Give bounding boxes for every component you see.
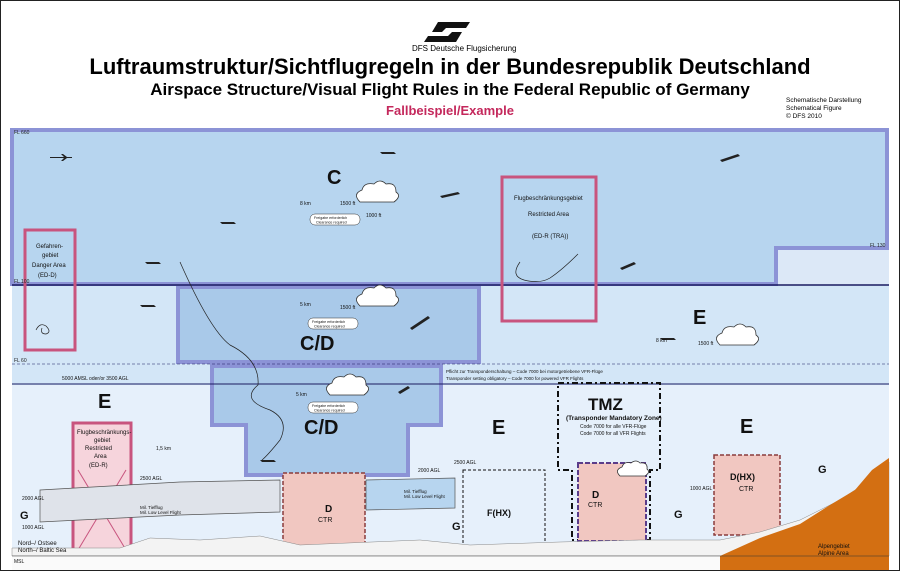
ctr-left bbox=[282, 472, 366, 548]
airspace-dhx-ctr: CTR bbox=[739, 486, 753, 493]
airspace-dhx-label: D(HX) bbox=[730, 472, 755, 482]
vis-label: 1,5 km bbox=[156, 446, 171, 452]
restricted-lower-line3: Restricted bbox=[85, 446, 112, 452]
restricted-lower-line1: Flugbeschränkungs- bbox=[77, 430, 131, 436]
airspace-cd-upper-label: C/D bbox=[300, 333, 334, 355]
title-english: Airspace Structure/Visual Flight Rules i… bbox=[150, 80, 750, 99]
amsl-line-label: 5000 AMSL oder/or 3500 AGL bbox=[62, 376, 129, 382]
airspace-g-right-label: G bbox=[674, 509, 683, 521]
airspace-g-left-label: G bbox=[20, 510, 29, 522]
transponder-en: Transponder setting obligatory – Code 70… bbox=[446, 376, 584, 381]
clearance-en: Clearance required bbox=[316, 221, 347, 225]
alps-de: Alpengebiet bbox=[818, 544, 850, 550]
clearance-de: Freigabe erforderlich bbox=[312, 404, 345, 408]
ft-label: 1500 ft bbox=[340, 201, 356, 207]
logo-text: DFS Deutsche Flugsicherung bbox=[412, 44, 517, 53]
airspace-e-far-label: E bbox=[740, 416, 753, 438]
airspace-c-label: C bbox=[327, 167, 341, 189]
tmz-title: TMZ bbox=[588, 395, 623, 414]
tmz-subtitle: (Transponder Mandatory Zone) bbox=[566, 415, 662, 422]
ctr-dhx bbox=[713, 454, 781, 536]
title-german: Luftraumstruktur/Sichtflugregeln in der … bbox=[89, 54, 811, 79]
ft-label: 1500 ft bbox=[340, 305, 356, 311]
agl-label: 1000 AGL bbox=[22, 525, 44, 531]
restricted-lower-line4: Area bbox=[94, 454, 107, 460]
ft-label: 1000 ft bbox=[366, 213, 382, 219]
level-fl100: FL 100 bbox=[14, 279, 30, 285]
tmz-line1: Code 7000 for alle VFR-Flüge bbox=[580, 424, 647, 430]
danger-line1: Gefahren- bbox=[36, 244, 63, 250]
airspace-e-mid-label: E bbox=[492, 417, 505, 439]
restricted-lower-line2: gebiet bbox=[94, 438, 111, 444]
level-fl130: FL 130 bbox=[870, 243, 886, 249]
airspace-g-mid-label: G bbox=[452, 521, 461, 533]
restricted-upper-line3: (ED-R (TRA)) bbox=[532, 234, 568, 240]
note-line1: Schematische Darstellung bbox=[786, 97, 862, 104]
airspace-e-left-label: E bbox=[98, 391, 111, 413]
airspace-cd-lower-label: C/D bbox=[304, 417, 338, 439]
ctr-left-label: CTR bbox=[318, 517, 332, 524]
low-flight-en: Mil. Low Level Flight bbox=[404, 494, 446, 499]
level-fl660: FL 660 bbox=[14, 130, 30, 136]
sea-en: North–/ Baltic Sea bbox=[18, 548, 67, 554]
low-flight-en: Mil. Low Level Flight bbox=[140, 510, 182, 515]
airspace-fhx-label: F(HX) bbox=[487, 508, 511, 518]
note-line3: © DFS 2010 bbox=[786, 113, 822, 120]
level-fl60: FL 60 bbox=[14, 358, 27, 364]
clearance-en: Clearance required bbox=[314, 325, 345, 329]
ft-label: 1500 ft bbox=[698, 341, 714, 347]
airspace-e-right-label: E bbox=[693, 307, 706, 329]
vis-label: 5 km bbox=[296, 392, 307, 398]
restricted-upper-line2: Restricted Area bbox=[528, 212, 570, 218]
danger-line3: Danger Area bbox=[32, 263, 66, 269]
msl-label: MSL bbox=[14, 559, 25, 565]
clearance-de: Freigabe erforderlich bbox=[312, 320, 345, 324]
airspace-c bbox=[10, 128, 889, 286]
ctr-left-d: D bbox=[325, 504, 332, 515]
danger-line2: gebiet bbox=[42, 253, 59, 259]
alps-en: Alpine Area bbox=[818, 551, 849, 557]
subtitle-example: Fallbeispiel/Example bbox=[386, 103, 514, 118]
agl-label: 2000 AGL bbox=[418, 468, 440, 474]
restricted-upper-line1: Flugbeschränkungsgebiet bbox=[514, 196, 583, 202]
clearance-en: Clearance required bbox=[314, 409, 345, 413]
agl-label: 2500 AGL bbox=[140, 476, 162, 482]
vis-label: 8 km bbox=[300, 201, 311, 207]
agl-label: 1000 AGL bbox=[690, 486, 712, 492]
transponder-de: Pflicht zur Transponderschaltung – Code … bbox=[446, 369, 603, 374]
vis-label: 8 km bbox=[656, 338, 667, 344]
agl-label: 2000 AGL bbox=[22, 496, 44, 502]
agl-label: 2500 AGL bbox=[454, 460, 476, 466]
vis-label: 5 km bbox=[300, 302, 311, 308]
danger-line4: (ED-D) bbox=[38, 273, 57, 279]
airspace-g-far-label: G bbox=[818, 464, 827, 476]
restricted-lower-line5: (ED-R) bbox=[89, 463, 108, 469]
sea-de: Nord–/ Ostsee bbox=[18, 541, 57, 547]
ctr-tmz-label: CTR bbox=[588, 502, 602, 509]
clearance-de: Freigabe erforderlich bbox=[314, 216, 347, 220]
note-line2: Schematical Figure bbox=[786, 105, 842, 112]
ctr-tmz-d: D bbox=[592, 490, 599, 501]
tmz-line2: Code 7000 for all VFR Flights bbox=[580, 431, 646, 437]
